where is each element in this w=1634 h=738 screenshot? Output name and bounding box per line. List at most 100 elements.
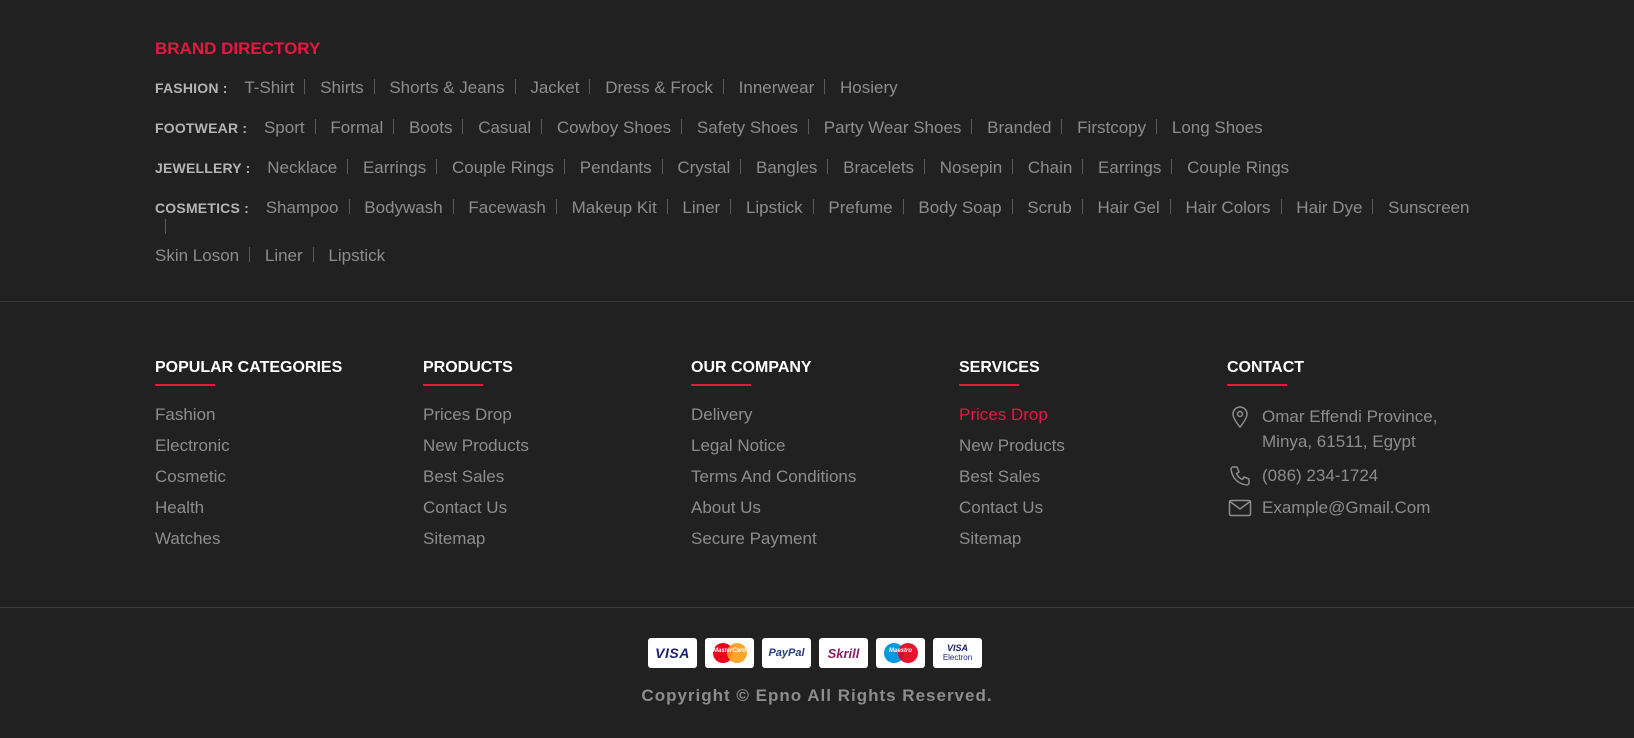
brand-link[interactable]: Innerwear bbox=[739, 78, 815, 98]
divider bbox=[827, 159, 829, 174]
brand-link[interactable]: Liner bbox=[682, 198, 720, 218]
brand-link[interactable]: Bracelets bbox=[843, 158, 914, 178]
brand-link[interactable]: Hair Dye bbox=[1296, 198, 1362, 218]
brand-link[interactable]: Facewash bbox=[468, 198, 545, 218]
divider bbox=[541, 119, 543, 134]
brand-link[interactable]: Skin Loson bbox=[155, 246, 239, 266]
divider bbox=[902, 199, 904, 214]
brand-link[interactable]: Party Wear Shoes bbox=[824, 118, 962, 138]
brand-link[interactable]: Safety Shoes bbox=[697, 118, 798, 138]
divider bbox=[1280, 199, 1282, 214]
brand-link[interactable]: Lipstick bbox=[746, 198, 803, 218]
brand-link[interactable]: Couple Rings bbox=[452, 158, 554, 178]
brand-link[interactable]: Pendants bbox=[580, 158, 652, 178]
divider bbox=[1082, 159, 1084, 174]
footer-link[interactable]: Terms And Conditions bbox=[691, 466, 951, 497]
brand-link[interactable]: Casual bbox=[478, 118, 531, 138]
title-underline bbox=[691, 384, 751, 386]
brand-link[interactable]: Branded bbox=[987, 118, 1051, 138]
divider bbox=[555, 199, 557, 214]
email-text[interactable]: Example@Gmail.Com bbox=[1262, 495, 1430, 520]
brand-link[interactable]: Formal bbox=[330, 118, 383, 138]
divider bbox=[666, 199, 668, 214]
brand-link[interactable]: T-Shirt bbox=[244, 78, 294, 98]
brand-link[interactable]: Nosepin bbox=[940, 158, 1002, 178]
footer-link[interactable]: Legal Notice bbox=[691, 435, 951, 466]
brand-link[interactable]: Makeup Kit bbox=[572, 198, 657, 218]
footer-link[interactable]: Contact Us bbox=[423, 497, 683, 528]
brand-link[interactable]: Sport bbox=[264, 118, 305, 138]
brand-category-label: JEWELLERY : bbox=[155, 160, 251, 176]
brand-link[interactable]: Shirts bbox=[320, 78, 363, 98]
footer-link[interactable]: Best Sales bbox=[423, 466, 683, 497]
divider bbox=[1156, 119, 1158, 134]
brand-link[interactable]: Necklace bbox=[267, 158, 337, 178]
divider bbox=[681, 119, 683, 134]
brand-link[interactable]: Sunscreen bbox=[1388, 198, 1469, 218]
brand-link[interactable]: Couple Rings bbox=[1187, 158, 1289, 178]
brand-link[interactable]: Lipstick bbox=[328, 246, 385, 266]
divider bbox=[1372, 199, 1374, 214]
brand-link[interactable]: Chain bbox=[1028, 158, 1072, 178]
footer-link[interactable]: Sitemap bbox=[959, 528, 1219, 559]
brand-row-fashion: FASHION : T-Shirt Shirts Shorts & Jeans … bbox=[155, 78, 1485, 98]
brand-link[interactable]: Shampoo bbox=[266, 198, 339, 218]
link-list: Delivery Legal Notice Terms And Conditio… bbox=[691, 404, 951, 559]
brand-link[interactable]: Earrings bbox=[1098, 158, 1161, 178]
brand-link[interactable]: Body Soap bbox=[918, 198, 1001, 218]
brand-link[interactable]: Jacket bbox=[530, 78, 579, 98]
brand-link[interactable]: Hair Colors bbox=[1186, 198, 1271, 218]
footer-link[interactable]: Electronic bbox=[155, 435, 415, 466]
visa-electron-bottom: Electron bbox=[942, 653, 973, 662]
contact-phone[interactable]: (086) 234-1724 bbox=[1227, 463, 1507, 489]
footer-link[interactable]: Contact Us bbox=[959, 497, 1219, 528]
brand-row-cosmetics: COSMETICS : Shampoo Bodywash Facewash Ma… bbox=[155, 198, 1485, 266]
footer-link[interactable]: Cosmetic bbox=[155, 466, 415, 497]
brand-link[interactable]: Bangles bbox=[756, 158, 817, 178]
divider bbox=[304, 79, 306, 94]
column-title: CONTACT bbox=[1227, 359, 1305, 376]
column-title: POPULAR CATEGORIES bbox=[155, 359, 343, 376]
footer-link-active[interactable]: Prices Drop bbox=[959, 404, 1219, 435]
divider bbox=[1169, 199, 1171, 214]
divider bbox=[462, 119, 464, 134]
brand-link[interactable]: Prefume bbox=[828, 198, 892, 218]
brand-link[interactable]: Cowboy Shoes bbox=[557, 118, 671, 138]
brand-link[interactable]: Boots bbox=[409, 118, 452, 138]
footer-link[interactable]: New Products bbox=[959, 435, 1219, 466]
contact-email[interactable]: Example@Gmail.Com bbox=[1227, 495, 1507, 521]
divider bbox=[249, 247, 251, 262]
brand-row-wrap: Skin Loson Liner Lipstick bbox=[155, 246, 1485, 266]
footer-link[interactable]: Fashion bbox=[155, 404, 415, 435]
footer-link[interactable]: New Products bbox=[423, 435, 683, 466]
footer-link[interactable]: Delivery bbox=[691, 404, 951, 435]
brand-link[interactable]: Hosiery bbox=[840, 78, 898, 98]
brand-row-jewellery: JEWELLERY : Necklace Earrings Couple Rin… bbox=[155, 158, 1485, 178]
paypal-card-icon: PayPal bbox=[762, 638, 811, 668]
brand-link[interactable]: Long Shoes bbox=[1172, 118, 1263, 138]
phone-text[interactable]: (086) 234-1724 bbox=[1262, 463, 1378, 488]
divider bbox=[1081, 199, 1083, 214]
brand-category-label: FOOTWEAR : bbox=[155, 120, 248, 136]
column-title: PRODUCTS bbox=[423, 359, 513, 376]
contact-column: CONTACT Omar Effendi Province, Minya, 61… bbox=[1227, 357, 1507, 521]
brand-link[interactable]: Firstcopy bbox=[1077, 118, 1146, 138]
brand-link[interactable]: Crystal bbox=[677, 158, 730, 178]
divider bbox=[373, 79, 375, 94]
brand-link[interactable]: Hair Gel bbox=[1097, 198, 1159, 218]
brand-link[interactable]: Shorts & Jeans bbox=[389, 78, 504, 98]
footer-link[interactable]: Best Sales bbox=[959, 466, 1219, 497]
footer-link[interactable]: About Us bbox=[691, 497, 951, 528]
brand-link[interactable]: Earrings bbox=[363, 158, 426, 178]
brand-link[interactable]: Dress & Frock bbox=[605, 78, 713, 98]
footer-link[interactable]: Health bbox=[155, 497, 415, 528]
footer-link[interactable]: Secure Payment bbox=[691, 528, 951, 559]
brand-link[interactable]: Liner bbox=[265, 246, 303, 266]
our-company-column: OUR COMPANY Delivery Legal Notice Terms … bbox=[691, 357, 951, 559]
footer-link[interactable]: Sitemap bbox=[423, 528, 683, 559]
footer-link[interactable]: Prices Drop bbox=[423, 404, 683, 435]
footer-link[interactable]: Watches bbox=[155, 528, 415, 559]
brand-link[interactable]: Bodywash bbox=[364, 198, 442, 218]
divider bbox=[564, 159, 566, 174]
brand-link[interactable]: Scrub bbox=[1027, 198, 1071, 218]
